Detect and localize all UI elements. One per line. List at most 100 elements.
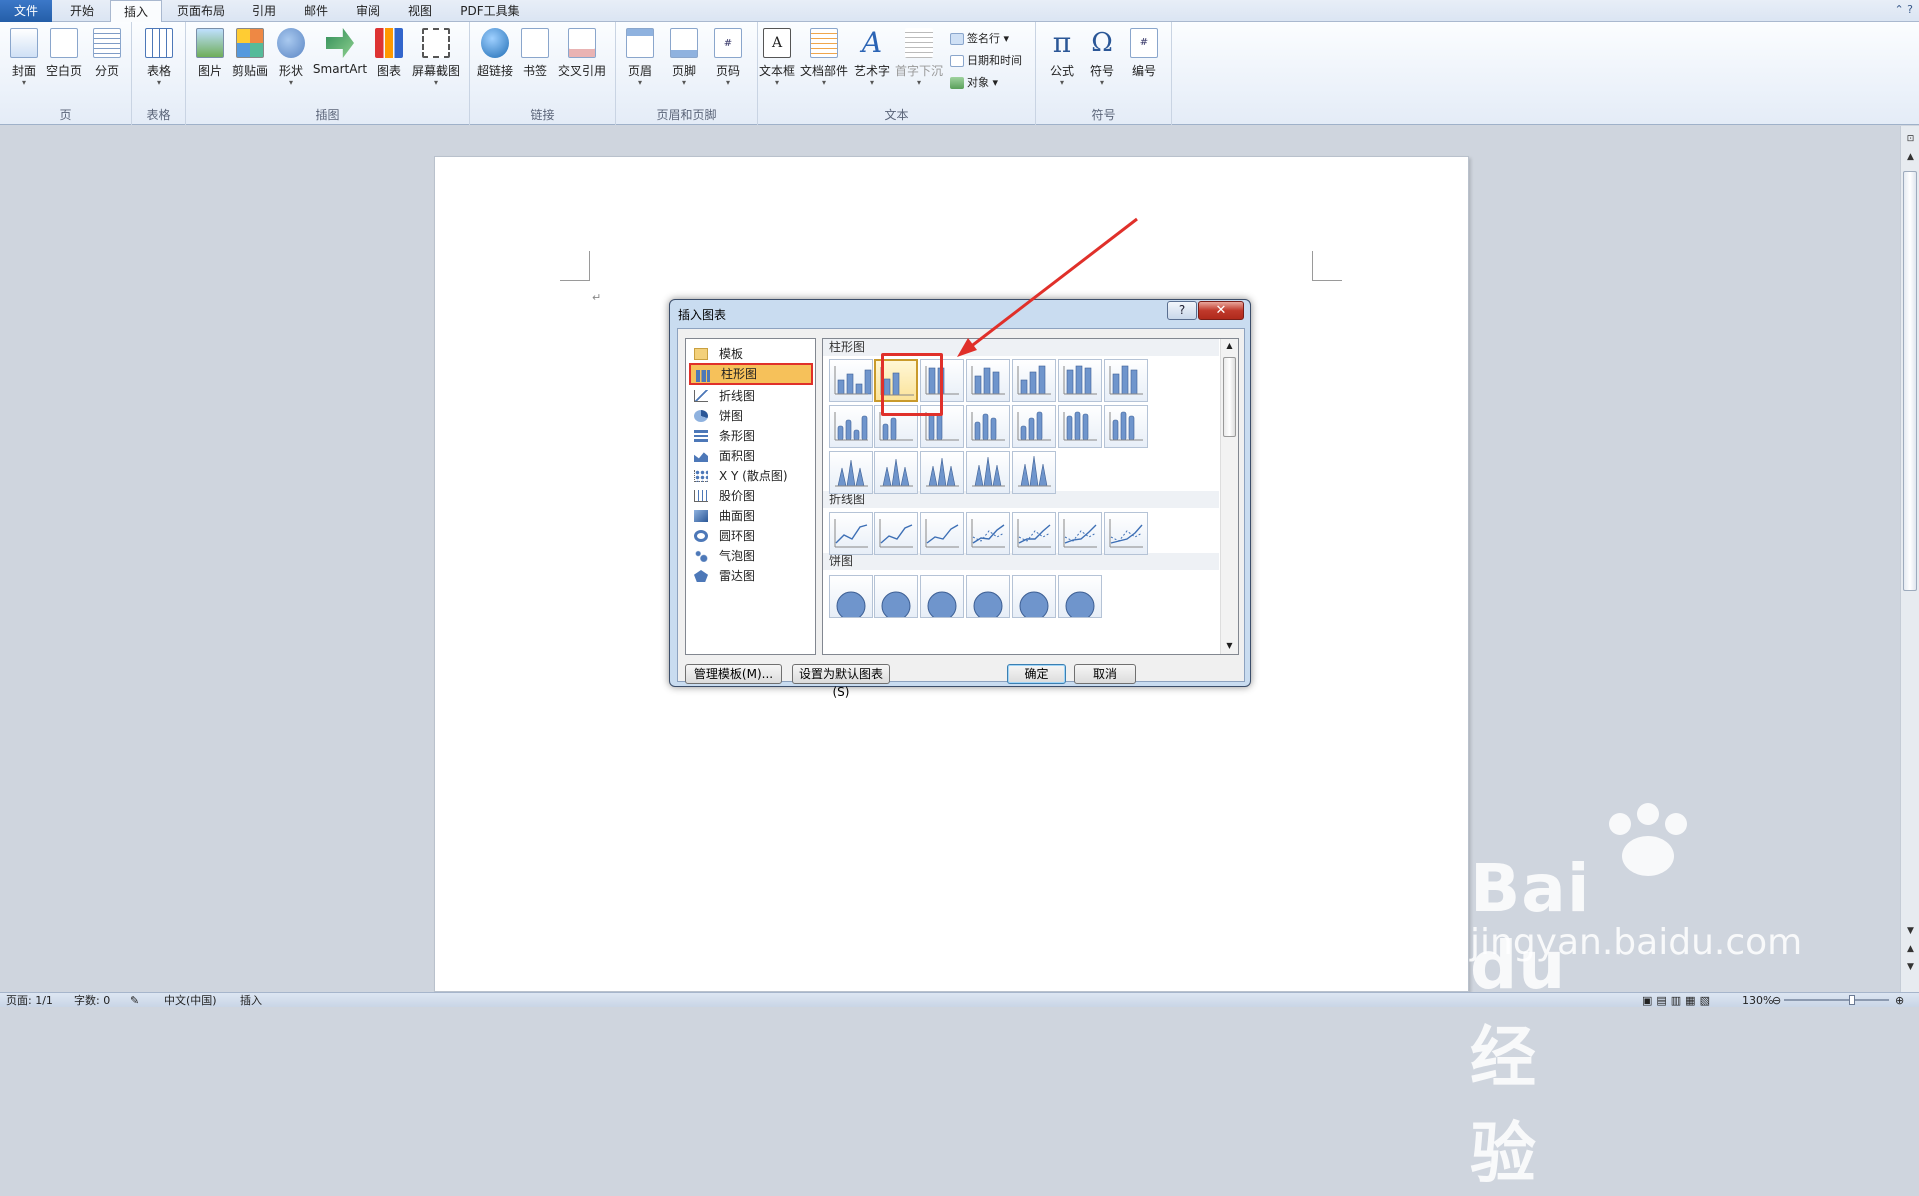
tab-pdf-tools[interactable]: PDF工具集 [450, 0, 530, 22]
equation-button[interactable]: π 公式 ▾ [1044, 28, 1080, 87]
status-zoom[interactable]: 130% [1742, 993, 1773, 1008]
pie-chart-option[interactable] [920, 575, 964, 618]
clipart-button[interactable]: 剪贴画 [230, 28, 270, 79]
gallery-scroll-down-icon[interactable]: ▼ [1221, 641, 1238, 650]
tab-home[interactable]: 开始 [56, 0, 108, 22]
column-chart-option[interactable] [1012, 359, 1056, 402]
shapes-button[interactable]: 形状 ▾ [274, 28, 308, 87]
category-bar[interactable]: 条形图 [689, 425, 813, 447]
cone-chart-option[interactable] [966, 451, 1010, 494]
scroll-up-icon[interactable]: ▲ [1901, 152, 1919, 162]
hyperlink-button[interactable]: 超链接 [474, 28, 516, 79]
screenshot-button[interactable]: 屏幕截图 ▾ [408, 28, 464, 87]
drop-cap-button[interactable]: 首字下沉 ▾ [894, 28, 944, 87]
category-line[interactable]: 折线图 [689, 385, 813, 407]
cylinder-chart-option[interactable] [1104, 405, 1148, 448]
previous-page-icon[interactable]: ▲ [1901, 944, 1919, 954]
gallery-scrollbar-thumb[interactable] [1223, 357, 1236, 437]
pie-chart-option[interactable] [1012, 575, 1056, 618]
line-chart-option[interactable] [966, 512, 1010, 555]
cone-chart-option[interactable] [874, 451, 918, 494]
category-surface[interactable]: 曲面图 [689, 505, 813, 527]
tab-insert[interactable]: 插入 [110, 0, 162, 23]
cover-button[interactable]: 封面 ▾ [6, 28, 42, 87]
zoom-slider[interactable] [1784, 999, 1889, 1001]
zoom-slider-thumb[interactable] [1849, 995, 1855, 1005]
page-break-button[interactable]: 分页 [88, 28, 126, 79]
cylinder-chart-option[interactable] [829, 405, 873, 448]
ruler-toggle-icon[interactable]: ⊡ [1901, 134, 1919, 144]
cancel-button[interactable]: 取消 [1074, 664, 1136, 684]
line-chart-option[interactable] [874, 512, 918, 555]
next-page-icon[interactable]: ▼ [1901, 962, 1919, 972]
tab-review[interactable]: 审阅 [344, 0, 392, 22]
status-language[interactable]: 中文(中国) [164, 993, 217, 1008]
line-chart-option[interactable] [1058, 512, 1102, 555]
textbox-button[interactable]: A 文本框 ▾ [758, 28, 796, 87]
vertical-scrollbar[interactable]: ⊡ ▲ ▼ ▲ ▼ [1900, 126, 1919, 992]
blank-page-button[interactable]: 空白页 [44, 28, 84, 79]
view-buttons-icon[interactable]: ▣▤▥▦▧ [1642, 993, 1714, 1008]
pie-chart-option[interactable] [829, 575, 873, 618]
column-chart-option[interactable] [1104, 359, 1148, 402]
category-doughnut[interactable]: 圆环图 [689, 525, 813, 547]
line-chart-option[interactable] [920, 512, 964, 555]
cone-chart-option[interactable] [920, 451, 964, 494]
signature-line-button[interactable]: 签名行 ▾ [950, 30, 1009, 46]
header-button[interactable]: 页眉 ▾ [622, 28, 658, 87]
close-button[interactable]: ✕ [1198, 301, 1244, 320]
category-stock[interactable]: 股价图 [689, 485, 813, 507]
category-bubble[interactable]: 气泡图 [689, 545, 813, 567]
set-default-chart-button[interactable]: 设置为默认图表(S) [792, 664, 890, 699]
column-chart-option[interactable] [966, 359, 1010, 402]
cylinder-chart-option[interactable] [966, 405, 1010, 448]
zoom-out-icon[interactable]: ⊖ [1772, 993, 1781, 1008]
category-templates[interactable]: 模板 [689, 343, 813, 365]
cone-chart-option[interactable] [829, 451, 873, 494]
date-time-button[interactable]: 日期和时间 [950, 52, 1022, 68]
ribbon-minimize-icon[interactable]: ⌃ ? [1894, 3, 1913, 16]
scroll-down-icon[interactable]: ▼ [1901, 926, 1919, 936]
status-page[interactable]: 页面: 1/1 [6, 993, 53, 1008]
chart-button[interactable]: 图表 [372, 28, 406, 79]
column-chart-option[interactable] [1058, 359, 1102, 402]
quick-parts-button[interactable]: 文档部件 ▾ [798, 28, 850, 87]
page-number-button[interactable]: # 页码 ▾ [710, 28, 746, 87]
cross-reference-button[interactable]: 交叉引用 [554, 28, 610, 79]
pie-chart-option[interactable] [966, 575, 1010, 618]
category-radar[interactable]: 雷达图 [689, 565, 813, 587]
table-button[interactable]: 表格 ▾ [140, 28, 178, 87]
line-chart-option[interactable] [1104, 512, 1148, 555]
status-words[interactable]: 字数: 0 [74, 993, 110, 1008]
tab-view[interactable]: 视图 [396, 0, 444, 22]
numbering-button[interactable]: # 编号 [1126, 28, 1162, 79]
gallery-scrollbar[interactable]: ▲ ▼ [1220, 339, 1238, 654]
pie-chart-option[interactable] [874, 575, 918, 618]
scrollbar-thumb[interactable] [1903, 171, 1917, 591]
help-button[interactable]: ? [1167, 301, 1197, 320]
footer-button[interactable]: 页脚 ▾ [666, 28, 702, 87]
smartart-button[interactable]: SmartArt [310, 28, 370, 76]
line-chart-option[interactable] [829, 512, 873, 555]
symbol-button[interactable]: Ω 符号 ▾ [1084, 28, 1120, 87]
zoom-in-icon[interactable]: ⊕ [1895, 993, 1904, 1008]
line-chart-option[interactable] [1012, 512, 1056, 555]
tab-page-layout[interactable]: 页面布局 [166, 0, 236, 22]
manage-templates-button[interactable]: 管理模板(M)... [685, 664, 782, 684]
category-column[interactable]: 柱形图 [689, 363, 813, 385]
ok-button[interactable]: 确定 [1007, 664, 1066, 684]
proofing-icon[interactable]: ✎ [130, 993, 139, 1008]
bookmark-button[interactable]: 书签 [518, 28, 552, 79]
gallery-scroll-up-icon[interactable]: ▲ [1221, 341, 1238, 350]
picture-button[interactable]: 图片 [192, 28, 228, 79]
cone-chart-option[interactable] [1012, 451, 1056, 494]
cylinder-chart-option[interactable] [1012, 405, 1056, 448]
object-button[interactable]: 对象 ▾ [950, 74, 998, 90]
pie-chart-option[interactable] [1058, 575, 1102, 618]
status-mode[interactable]: 插入 [240, 993, 262, 1008]
column-chart-option[interactable] [829, 359, 873, 402]
tab-mailings[interactable]: 邮件 [292, 0, 340, 22]
cylinder-chart-option[interactable] [1058, 405, 1102, 448]
tab-references[interactable]: 引用 [240, 0, 288, 22]
category-scatter[interactable]: X Y (散点图) [689, 465, 813, 487]
